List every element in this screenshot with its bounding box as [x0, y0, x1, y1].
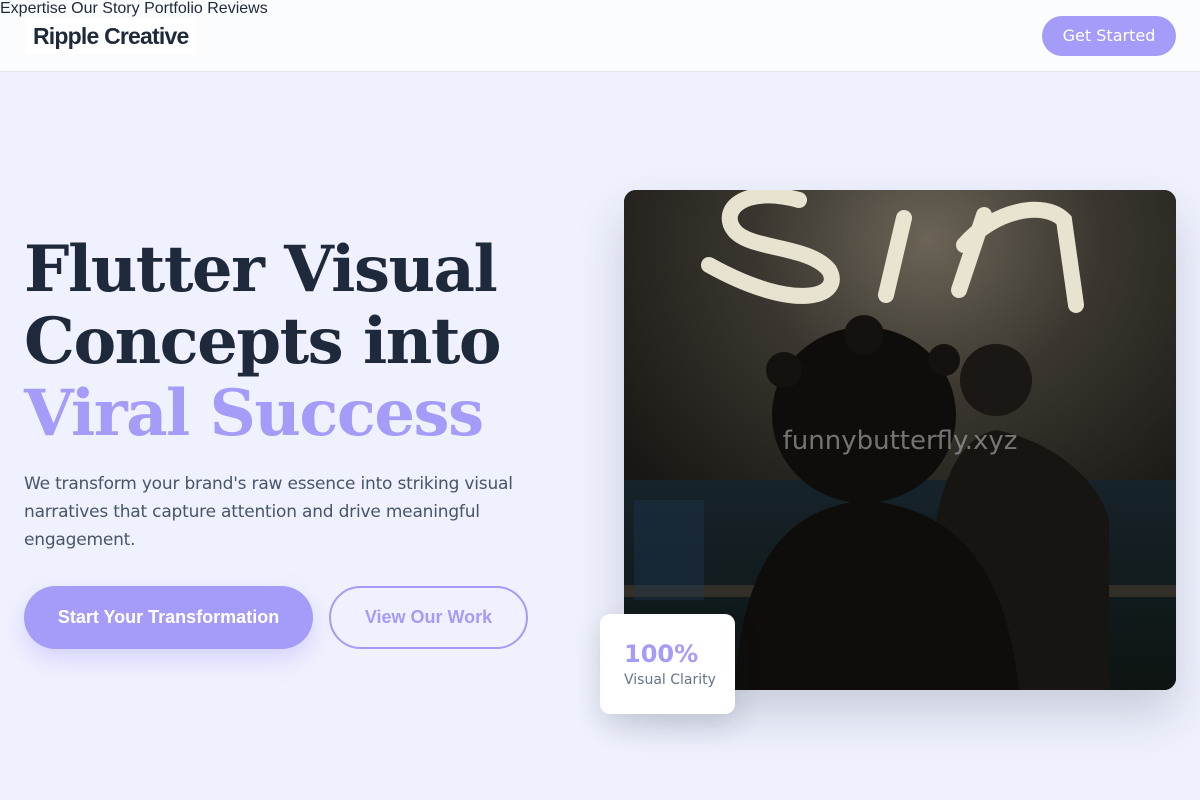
nav-item-reviews[interactable]: Reviews: [207, 0, 267, 17]
headline-accent: Viral Success: [24, 376, 484, 451]
headline-line-2: Concepts into: [24, 304, 502, 379]
hero-description: We transform your brand's raw essence in…: [24, 474, 513, 550]
site-header: Ripple Creative Expertise Our Story Port…: [0, 0, 1200, 72]
nav-item-portfolio[interactable]: Portfolio: [144, 0, 203, 17]
stat-value: 100%: [624, 640, 699, 668]
main-nav: Expertise Our Story Portfolio Reviews: [0, 0, 1200, 18]
hero-headline: Flutter Visual Concepts into Viral Succe…: [24, 234, 584, 450]
headline-line-1: Flutter Visual: [24, 232, 498, 307]
get-started-button[interactable]: Get Started: [1042, 16, 1176, 56]
nav-item-expertise[interactable]: Expertise: [0, 0, 67, 17]
view-our-work-button[interactable]: View Our Work: [329, 586, 528, 649]
stat-card: 100% Visual Clarity: [600, 614, 735, 714]
image-watermark: funnybutterfly.xyz: [782, 426, 1018, 456]
nav-item-our-story[interactable]: Our Story: [71, 0, 139, 17]
stat-label: Visual Clarity: [624, 672, 716, 688]
brand-logo[interactable]: Ripple Creative: [25, 18, 197, 54]
start-transformation-button[interactable]: Start Your Transformation: [24, 586, 313, 649]
